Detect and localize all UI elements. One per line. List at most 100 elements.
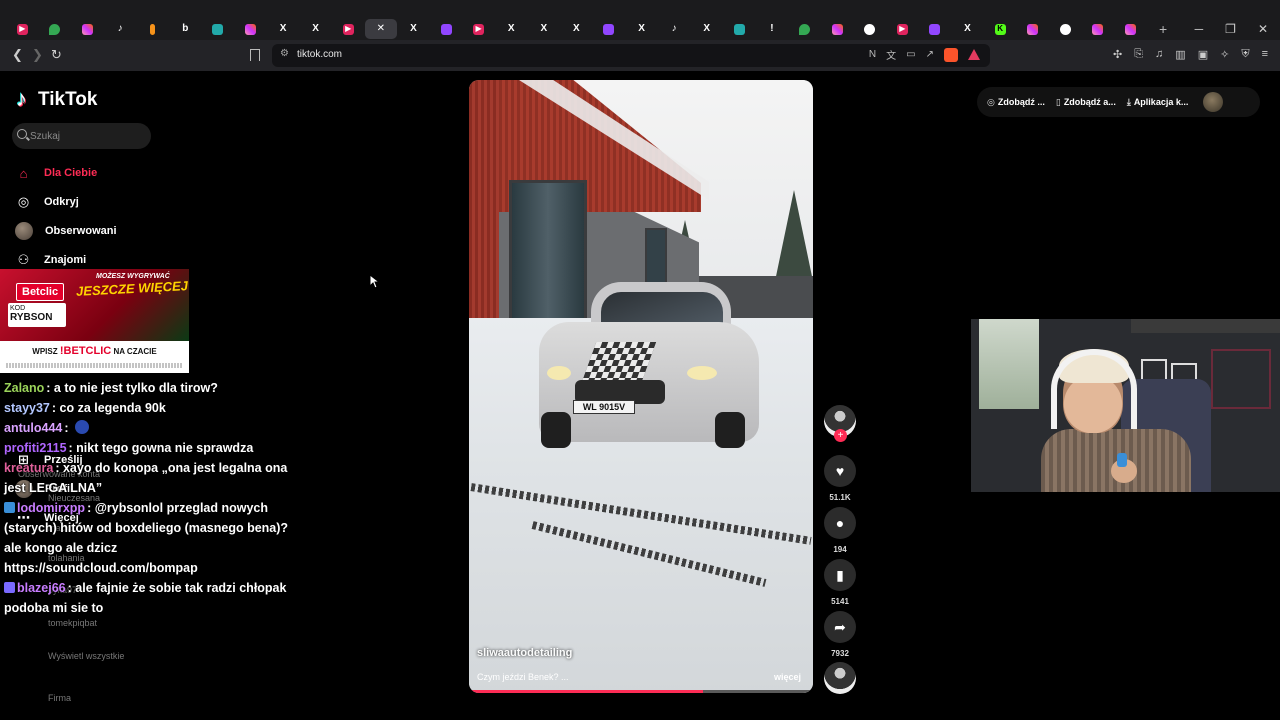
browser-tab[interactable] — [723, 19, 756, 39]
close-window-icon[interactable]: ✕ — [1258, 22, 1268, 36]
browser-tab[interactable]: X — [267, 19, 300, 39]
reader-icon[interactable]: N — [869, 49, 876, 60]
video-player[interactable]: WL 9015V sliwaautodetailing Czym jeździ … — [469, 80, 813, 693]
chat-username[interactable]: Zalano — [4, 381, 44, 395]
browser-tab[interactable]: X — [690, 19, 723, 39]
bookmark-icon[interactable] — [250, 49, 260, 61]
browser-tab[interactable] — [1049, 19, 1082, 39]
music-disc-action[interactable] — [823, 662, 857, 694]
share-icon[interactable]: ↗ — [926, 49, 934, 60]
top-pill-button[interactable]: ◎ Zdobądź ... — [987, 97, 1045, 108]
browser-tab[interactable]: ▶ — [886, 19, 919, 39]
followed-account-label[interactable]: Firma — [48, 693, 71, 703]
comment-action[interactable]: ● 194 — [823, 507, 857, 554]
site-info-icon[interactable]: ⚙ — [280, 48, 292, 60]
search-input[interactable] — [30, 127, 145, 145]
betclic-ad[interactable]: Betclic KOD RYBSON MOŻESZ WYGRYWAĆ JESZC… — [0, 269, 189, 373]
browser-tab[interactable]: ▶ — [332, 19, 365, 39]
new-tab-button[interactable]: + — [1147, 19, 1180, 39]
browser-tab[interactable]: K — [984, 19, 1017, 39]
browser-tab[interactable]: ▶ — [462, 19, 495, 39]
browser-tab[interactable] — [430, 19, 463, 39]
brave-shields-icon[interactable] — [944, 47, 958, 62]
browser-tab[interactable] — [234, 19, 267, 39]
top-pill-button[interactable]: ⤓ Aplikacja k... — [1127, 97, 1189, 108]
address-bar[interactable]: ⚙ tiktok.com N 文 ▭ ↗ — [272, 44, 990, 67]
minimize-icon[interactable]: ─ — [1195, 22, 1204, 36]
forward-icon[interactable]: ❯ — [32, 47, 43, 63]
music-disc-avatar[interactable] — [824, 662, 856, 694]
chat-username[interactable]: stayy37 — [4, 401, 50, 415]
reload-icon[interactable]: ↻ — [51, 47, 62, 63]
chat-username[interactable]: lodomirxpp — [17, 501, 85, 515]
nav-item-odkryj[interactable]: ◎ Odkryj — [15, 192, 175, 212]
browser-tab[interactable]: ♪ — [658, 19, 691, 39]
menu-icon[interactable]: ≡ — [1262, 48, 1268, 61]
cast-icon[interactable]: ▭ — [906, 49, 915, 60]
followed-account-label[interactable]: Wyświetl wszystkie — [48, 651, 124, 661]
browser-tab[interactable]: b — [169, 19, 202, 39]
back-icon[interactable]: ❮ — [12, 47, 23, 63]
browser-tab[interactable]: X — [397, 19, 430, 39]
browser-tab[interactable] — [853, 19, 886, 39]
nav-item-obserwowani[interactable]: Obserwowani — [15, 221, 175, 241]
url-text[interactable]: tiktok.com — [297, 49, 342, 60]
browser-tab[interactable] — [821, 19, 854, 39]
like-action[interactable]: ♥ 51.1K — [823, 455, 857, 502]
nav-item-dla-ciebie[interactable]: ⌂ Dla Ciebie — [15, 163, 175, 183]
media-icon[interactable]: ♫ — [1155, 48, 1163, 61]
video-more-link[interactable]: więcej — [774, 672, 801, 682]
browser-tab[interactable] — [1016, 19, 1049, 39]
nav-item-znajomi[interactable]: ⚇ Znajomi — [15, 250, 175, 270]
chat-username[interactable]: kreatura — [4, 461, 53, 475]
chat-username[interactable]: antulo444 — [4, 421, 62, 435]
video-progress[interactable] — [469, 690, 813, 693]
chat-username[interactable]: blazej66 — [17, 581, 66, 595]
browser-tab[interactable]: X — [495, 19, 528, 39]
search-icon[interactable] — [17, 129, 27, 139]
top-pill-button[interactable]: ▯ Zdobądź a... — [1056, 97, 1116, 108]
restore-icon[interactable]: ❐ — [1225, 22, 1236, 36]
browser-tab[interactable] — [788, 19, 821, 39]
browser-tab[interactable]: X — [528, 19, 561, 39]
extensions-icon[interactable]: ✣ — [1113, 48, 1122, 61]
browser-tab[interactable]: X — [299, 19, 332, 39]
browser-tab[interactable] — [593, 19, 626, 39]
browser-tab[interactable]: ♪ — [104, 19, 137, 39]
creator-avatar-action[interactable]: + — [823, 405, 857, 442]
followed-account-label[interactable]: tomekpiqbat — [48, 618, 97, 628]
heart-icon[interactable]: ♥ — [824, 455, 856, 487]
comment-icon[interactable]: ● — [824, 507, 856, 539]
creator-avatar[interactable]: + — [824, 405, 856, 442]
browser-tab[interactable]: ✕ — [364, 19, 398, 39]
sidebar-icon[interactable]: ▥ — [1175, 48, 1185, 61]
browser-tab[interactable]: X — [951, 19, 984, 39]
video-author[interactable]: sliwaautodetailing — [477, 647, 572, 659]
chat-username[interactable]: profiti2115 — [4, 441, 67, 455]
share-action[interactable]: ➦ 7932 — [823, 611, 857, 658]
browser-tab[interactable]: ! — [756, 19, 789, 39]
save-action[interactable]: ▮ 5141 — [823, 559, 857, 606]
browser-tab[interactable] — [919, 19, 952, 39]
brave-rewards-icon[interactable] — [968, 49, 980, 60]
browser-tab[interactable] — [136, 19, 169, 39]
browser-tab[interactable] — [202, 19, 235, 39]
browser-tab[interactable] — [1114, 19, 1147, 39]
bookmark-save-icon[interactable]: ▮ — [824, 559, 856, 591]
share-arrow-icon[interactable]: ➦ — [824, 611, 856, 643]
wallet-icon[interactable]: ▣ — [1198, 48, 1208, 61]
browser-tab[interactable] — [1082, 19, 1115, 39]
browser-tab[interactable]: ▶ — [6, 19, 39, 39]
screenshot-icon[interactable]: ⎘ — [1134, 48, 1143, 61]
translate-icon[interactable]: 文 — [886, 47, 896, 62]
browser-tab[interactable] — [71, 19, 104, 39]
user-avatar[interactable] — [1203, 92, 1224, 112]
browser-tab[interactable]: X — [560, 19, 593, 39]
follow-plus-icon[interactable]: + — [834, 429, 847, 442]
browser-tab[interactable]: X — [625, 19, 658, 39]
tiktok-logo[interactable]: TikTok — [16, 86, 97, 112]
leo-ai-icon[interactable]: ✧ — [1220, 48, 1229, 61]
vpn-icon[interactable]: ⛨ — [1241, 48, 1249, 61]
search-box[interactable] — [12, 123, 151, 149]
browser-tab[interactable] — [39, 19, 72, 39]
